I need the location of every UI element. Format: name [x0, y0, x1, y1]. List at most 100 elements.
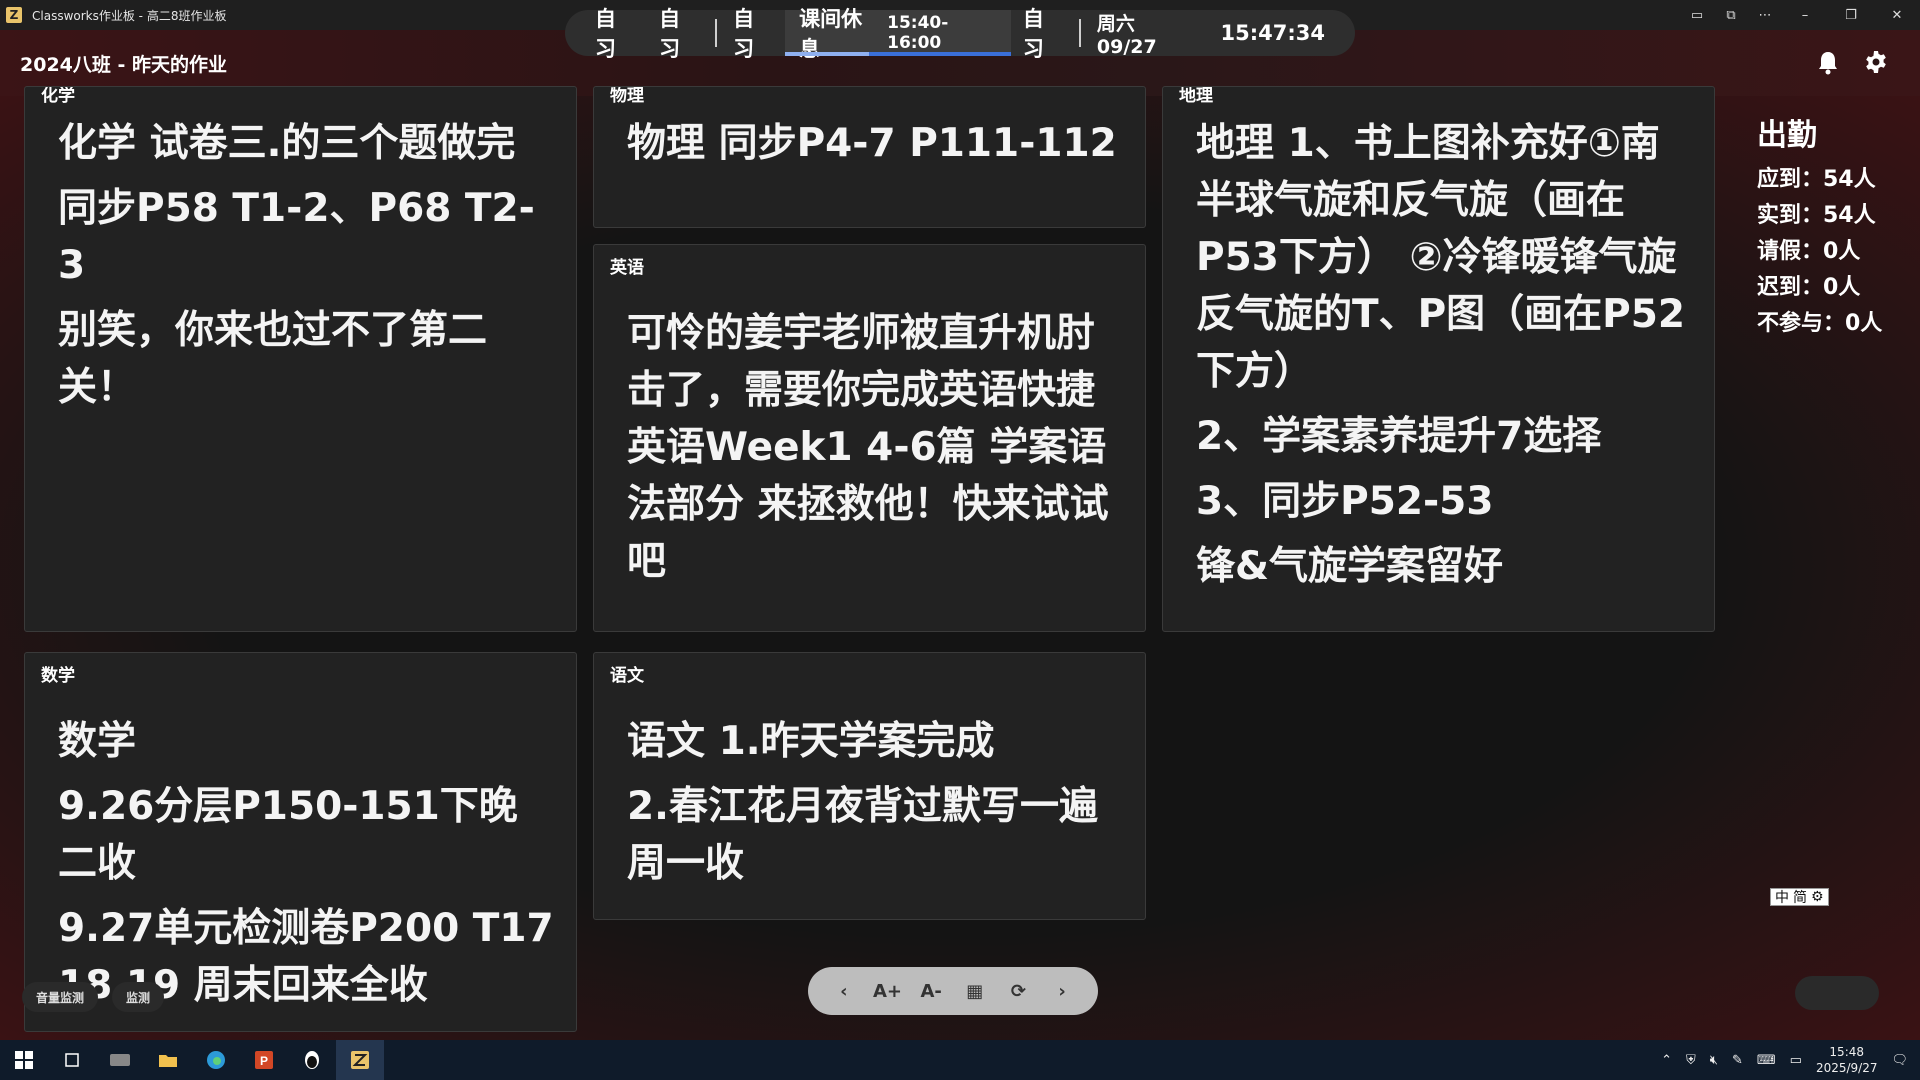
attendance-leave: 请假：0人: [1757, 239, 1861, 264]
refresh-icon[interactable]: ⟳: [1003, 981, 1033, 1002]
homework-card-physics[interactable]: 物理 物理 同步P4-7 P111-112: [593, 86, 1146, 228]
schedule-current-slot: 课间休息 15:40-16:00: [785, 7, 1011, 61]
card-line: 数学: [58, 719, 137, 764]
volume-muted-icon[interactable]: 🔇︎: [1710, 1053, 1718, 1068]
taskbar-time: 15:48: [1829, 1045, 1865, 1059]
ime-indicator[interactable]: 中 简 ⚙: [1770, 888, 1829, 906]
schedule-slot: 自习: [659, 7, 681, 61]
current-slot-time: 15:40-16:00: [887, 13, 949, 53]
attendance-panel: 出勤 应到：54人 实到：54人 请假：0人 迟到：0人 不参与：0人: [1757, 110, 1882, 342]
schedule-slot: 自习: [595, 7, 616, 61]
close-button[interactable]: ✕: [1874, 8, 1920, 23]
notification-icon[interactable]: 🗨︎: [1891, 1053, 1908, 1068]
restore-button[interactable]: ❐: [1828, 8, 1874, 23]
card-body: 物理 同步P4-7 P111-112: [627, 115, 1125, 180]
keyboard-icon[interactable]: ⌨: [1757, 1053, 1776, 1068]
card-body: 地理 1、书上图补充好①南半球气旋和反气旋（画在P53下方） ②冷锋暖锋气旋反气…: [1196, 115, 1694, 603]
taskbar-app-classworks[interactable]: [336, 1040, 384, 1080]
taskbar-clock[interactable]: 15:48 2025/9/27: [1816, 1044, 1878, 1076]
homework-card-geography[interactable]: 地理 地理 1、书上图补充好①南半球气旋和反气旋（画在P53下方） ②冷锋暖锋气…: [1162, 86, 1715, 632]
task-view-icon: [65, 1053, 79, 1067]
attendance-actual: 实到：54人: [1757, 203, 1876, 228]
chevron-right-icon[interactable]: ›: [1047, 981, 1077, 1002]
chevron-left-icon[interactable]: ‹: [829, 981, 859, 1002]
card-subject: 化学: [41, 86, 75, 106]
more-icon[interactable]: ⋯: [1748, 8, 1782, 23]
current-slot-progress-fill: [785, 52, 869, 56]
svg-text:P: P: [260, 1054, 268, 1068]
windows-taskbar: P ⌃ ⛨ 🔇︎ ✎ ⌨ ▭ 15:48 2025/9/27 🗨︎: [0, 1040, 1920, 1080]
taskbar-app-edge[interactable]: [192, 1040, 240, 1080]
card-body: 语文 1.昨天学案完成 2.春江花月夜背过默写一遍周一收: [627, 713, 1125, 900]
attendance-should: 应到：54人: [1757, 167, 1876, 192]
taskbar-app-explorer[interactable]: [144, 1040, 192, 1080]
schedule-clock: 15:47:34: [1220, 21, 1326, 45]
attendance-absent: 不参与：0人: [1757, 311, 1883, 336]
app-icon: [110, 1054, 130, 1066]
page-title: 2024八班 - 昨天的作业: [20, 54, 227, 76]
card-line: 同步P58 T1-2、P68 T2-3: [58, 186, 535, 288]
display-icon[interactable]: ▭: [1790, 1053, 1802, 1068]
security-icon[interactable]: ⛨: [1686, 1053, 1696, 1068]
card-body: 数学 9.26分层P150-151下晚二收 9.27单元检测卷P200 T17 …: [58, 713, 556, 1022]
taskbar-app-powerpoint[interactable]: P: [240, 1040, 288, 1080]
taskbar-app-smart[interactable]: [96, 1040, 144, 1080]
schedule-divider: [715, 19, 718, 47]
pen-icon[interactable]: ✎: [1732, 1053, 1743, 1068]
system-tray: ⌃ ⛨ 🔇︎ ✎ ⌨ ▭ 15:48 2025/9/27 🗨︎: [1661, 1040, 1920, 1080]
schedule-slot: 自习: [1022, 7, 1044, 61]
card-line: 9.26分层P150-151下晚二收: [58, 784, 518, 886]
classworks-icon: [351, 1051, 369, 1069]
card-subject: 物理: [610, 86, 644, 106]
window-title: Classworks作业板 - 高二8班作业板: [32, 8, 227, 23]
card-line: 3、同步P52-53: [1196, 479, 1494, 524]
font-decrease-icon[interactable]: A-: [916, 981, 946, 1002]
card-line: 化学 试卷三.的三个题做完: [58, 121, 516, 166]
attendance-title: 出勤: [1757, 118, 1817, 153]
start-button[interactable]: [0, 1040, 48, 1080]
minimize-button[interactable]: –: [1782, 8, 1828, 23]
homework-card-chemistry[interactable]: 化学 化学 试卷三.的三个题做完 同步P58 T1-2、P68 T2-3 别笑，…: [24, 86, 577, 632]
calendar-icon[interactable]: ▦: [960, 981, 990, 1002]
monitor-chip[interactable]: 监测: [112, 982, 165, 1012]
powerpoint-icon: P: [255, 1051, 273, 1069]
card-subject: 地理: [1179, 86, 1213, 106]
qq-icon: [305, 1051, 319, 1069]
window-controls: ▭ ⧉ ⋯ – ❐ ✕: [1680, 0, 1920, 30]
card-subject: 数学: [41, 666, 75, 686]
font-increase-icon[interactable]: A+: [872, 981, 902, 1002]
ime-mode-label: 中: [1775, 890, 1789, 906]
windows-logo-icon: [15, 1051, 33, 1069]
attendance-late: 迟到：0人: [1757, 275, 1861, 300]
card-line: 2.春江花月夜背过默写一遍周一收: [627, 784, 1098, 886]
task-view-button[interactable]: [48, 1040, 96, 1080]
card-body: 化学 试卷三.的三个题做完 同步P58 T1-2、P68 T2-3 别笑，你来也…: [58, 115, 548, 424]
homework-card-math[interactable]: 数学 数学 9.26分层P150-151下晚二收 9.27单元检测卷P200 T…: [24, 652, 577, 1032]
taskbar-date: 2025/9/27: [1815, 1061, 1878, 1075]
schedule-date: 周六 09/27: [1096, 12, 1157, 58]
ime-settings-icon[interactable]: ⚙: [1811, 889, 1824, 905]
volume-monitor-chip[interactable]: 音量监测: [22, 982, 99, 1012]
homework-card-chinese[interactable]: 语文 语文 1.昨天学案完成 2.春江花月夜背过默写一遍周一收: [593, 652, 1146, 920]
card-subject: 英语: [610, 258, 644, 278]
card-line: 可怜的姜宇老师被直升机肘击了，需要你完成英语快捷英语Week1 4-6篇 学案语…: [627, 311, 1109, 584]
schedule-slot: 自习: [733, 7, 755, 61]
schedule-bar: 自习 自习 自习 课间休息 15:40-16:00 自习 周六 09/27 15…: [565, 7, 1355, 61]
snap-icon[interactable]: ⧉: [1714, 8, 1748, 23]
bell-icon[interactable]: [1816, 50, 1840, 76]
card-line: 别笑，你来也过不了第二关！: [58, 308, 488, 410]
homework-card-english[interactable]: 英语 可怜的姜宇老师被直升机肘击了，需要你完成英语快捷英语Week1 4-6篇 …: [593, 244, 1146, 632]
chevron-up-icon[interactable]: ⌃: [1661, 1053, 1672, 1068]
app-icon: Z: [6, 7, 22, 23]
card-line: 锋&气旋学案留好: [1196, 544, 1504, 589]
ime-script-label: 简: [1793, 890, 1807, 906]
card-body: 可怜的姜宇老师被直升机肘击了，需要你完成英语快捷英语Week1 4-6篇 学案语…: [627, 305, 1125, 598]
edge-icon: [207, 1051, 225, 1069]
gear-icon[interactable]: [1864, 50, 1888, 74]
homework-board: 化学 化学 试卷三.的三个题做完 同步P58 T1-2、P68 T2-3 别笑，…: [0, 86, 1920, 1040]
record-icon[interactable]: ▭: [1680, 8, 1714, 23]
floating-action-button[interactable]: [1795, 976, 1879, 1010]
card-line: 地理 1、书上图补充好①南半球气旋和反气旋（画在P53下方） ②冷锋暖锋气旋反气…: [1196, 121, 1686, 394]
taskbar-app-qq[interactable]: [288, 1040, 336, 1080]
card-line: 语文 1.昨天学案完成: [627, 719, 995, 764]
